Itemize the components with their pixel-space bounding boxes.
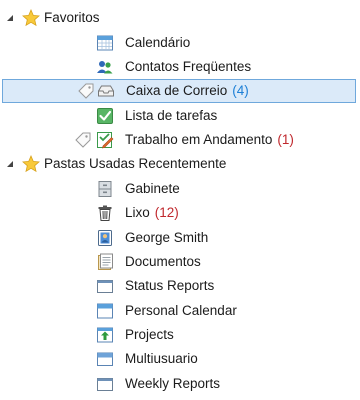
star-icon [22, 9, 40, 27]
tag-icon [77, 82, 95, 100]
tree-item-label: Lista de tarefas [125, 108, 218, 123]
folder-icon [96, 375, 114, 393]
folder-icon [96, 350, 114, 368]
tree-item-label: Multiusuario [125, 351, 198, 366]
cabinet-icon [96, 180, 114, 198]
tree-item-gabinete[interactable]: Gabinete [0, 177, 360, 201]
collapse-caret-icon[interactable] [5, 159, 15, 169]
tree-item-personal-calendar[interactable]: Personal Calendar [0, 299, 360, 323]
tree-item-label: Weekly Reports [125, 376, 221, 391]
tree-item-label: Trabalho em Andamento [125, 132, 273, 147]
tree-node-label: Favoritos [44, 10, 100, 25]
tree-item-text: Caixa de Correio (4) [126, 79, 249, 103]
tree-item-documentos[interactable]: Documentos [0, 250, 360, 274]
contacts-icon [96, 58, 114, 76]
tag-icon [74, 131, 92, 149]
star-icon [22, 155, 40, 173]
tree-item-weekly-reports[interactable]: Weekly Reports [0, 372, 360, 396]
tree-item-projects[interactable]: Projects [0, 323, 360, 347]
tree-item-label: Personal Calendar [125, 303, 237, 318]
tree-item-contatos-frequentes[interactable]: Contatos Freqüentes [0, 55, 360, 79]
unread-count: (1) [277, 132, 294, 147]
tree-item-text: Trabalho em Andamento (1) [125, 128, 294, 152]
calendar-folder-icon [96, 302, 114, 320]
tree-item-label: Projects [125, 327, 174, 342]
tasks-icon [96, 107, 114, 125]
documents-icon [96, 253, 114, 271]
collapse-caret-icon[interactable] [5, 13, 15, 23]
tree-item-caixa-de-correio[interactable]: Caixa de Correio (4) [2, 79, 356, 103]
mailbox-icon [97, 82, 115, 100]
tree-item-label: Documentos [125, 254, 201, 269]
trash-icon [96, 204, 114, 222]
tree-item-label: George Smith [125, 230, 209, 245]
tree-item-calendario[interactable]: Calendário [0, 31, 360, 55]
folder-tree: Favoritos Calendário Contatos Freqüentes… [0, 0, 360, 400]
contact-card-icon [96, 229, 114, 247]
tree-item-trabalho-em-andamento[interactable]: Trabalho em Andamento (1) [0, 128, 360, 152]
tree-item-label: Gabinete [125, 181, 180, 196]
tree-node-label: Pastas Usadas Recentemente [44, 156, 227, 171]
tree-node-favoritos[interactable]: Favoritos [0, 6, 360, 30]
tree-item-status-reports[interactable]: Status Reports [0, 274, 360, 298]
tree-item-label: Contatos Freqüentes [125, 59, 252, 74]
tree-node-pastas-recentes[interactable]: Pastas Usadas Recentemente [0, 152, 360, 176]
unread-count: (4) [232, 83, 249, 98]
tree-item-lixo[interactable]: Lixo (12) [0, 201, 360, 225]
tree-item-text: Lixo (12) [125, 201, 179, 225]
tree-item-label: Lixo [125, 205, 150, 220]
calendar-icon [96, 34, 114, 52]
tree-item-label: Calendário [125, 35, 191, 50]
tree-item-lista-de-tarefas[interactable]: Lista de tarefas [0, 104, 360, 128]
tree-item-label: Caixa de Correio [126, 83, 228, 98]
work-in-progress-icon [96, 131, 114, 149]
tree-item-george-smith[interactable]: George Smith [0, 226, 360, 250]
unread-count: (12) [154, 205, 179, 220]
folder-icon [96, 277, 114, 295]
tree-item-label: Status Reports [125, 278, 215, 293]
tree-item-multiusuario[interactable]: Multiusuario [0, 347, 360, 371]
shared-folder-icon [96, 326, 114, 344]
